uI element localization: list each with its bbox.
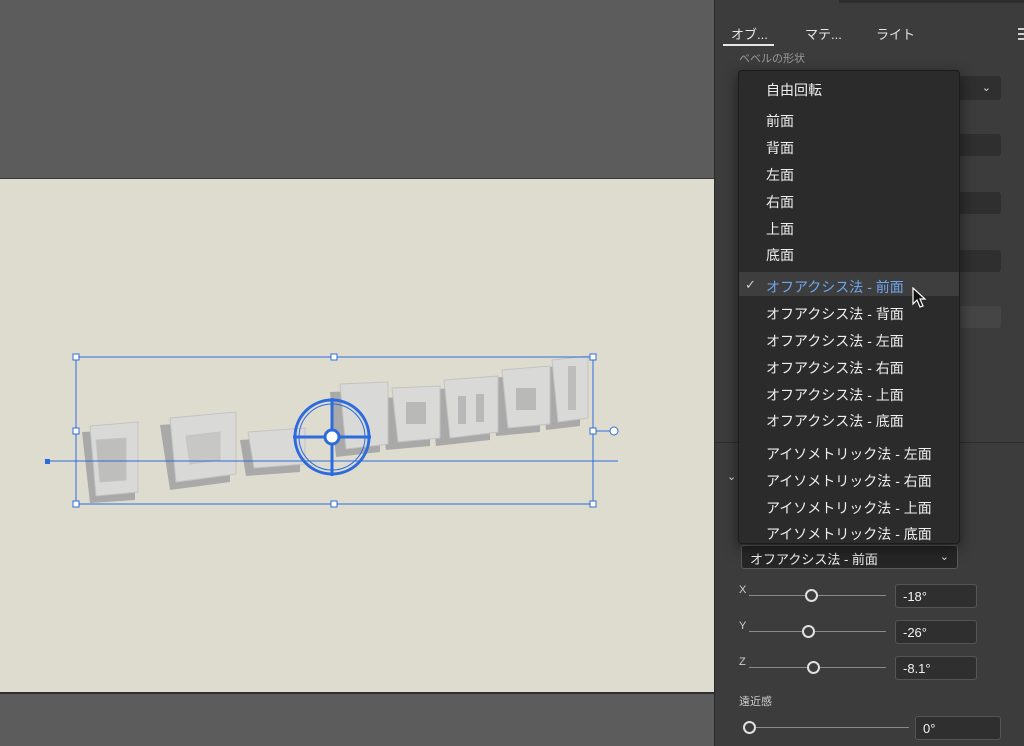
canvas-workspace[interactable] xyxy=(0,0,714,746)
mouse-cursor-icon xyxy=(912,287,927,308)
dropdown-item[interactable]: アイソメトリック法 - 右面 xyxy=(739,466,959,490)
dropdown-item-label: 左面 xyxy=(766,167,794,183)
dropdown-item-label: アイソメトリック法 - 底面 xyxy=(766,526,932,542)
rotation-section-chevron-icon[interactable]: ⌄ xyxy=(727,470,736,483)
dropdown-item-label: アイソメトリック法 - 右面 xyxy=(766,473,932,489)
dropdown-item[interactable]: アイソメトリック法 - 底面 xyxy=(739,519,959,543)
dropdown-item-label: アイソメトリック法 - 上面 xyxy=(766,500,932,516)
tab-materials[interactable]: マテ... xyxy=(805,24,842,43)
dropdown-item-label: オフアクシス法 - 背面 xyxy=(766,306,904,322)
checkmark-icon: ✓ xyxy=(745,277,756,292)
dropdown-item-label: オフアクシス法 - 右面 xyxy=(766,360,904,376)
dropdown-item[interactable]: 前面 xyxy=(739,106,959,130)
dropdown-item[interactable]: 自由回転 xyxy=(739,75,959,99)
perspective-row: 0° xyxy=(715,716,1024,740)
artwork-canvas[interactable] xyxy=(0,0,714,746)
bevel-width-field[interactable] xyxy=(955,134,1001,156)
perspective-field[interactable]: 0° xyxy=(915,716,1001,740)
dropdown-item-label: 自由回転 xyxy=(766,82,822,98)
perspective-slider-track[interactable] xyxy=(749,727,909,728)
dropdown-item-label: 底面 xyxy=(766,247,794,263)
dropdown-item[interactable]: オフアクシス法 - 左面 xyxy=(739,326,959,350)
rotation-preset-value: オフアクシス法 - 前面 xyxy=(750,552,878,567)
perspective-label: 遠近感 xyxy=(739,696,772,708)
dropdown-item-label: 前面 xyxy=(766,113,794,129)
dropdown-item[interactable]: 右面 xyxy=(739,187,959,211)
rotation-x-row: X -18° xyxy=(715,584,1024,608)
dropdown-item-label: オフアクシス法 - 底面 xyxy=(766,413,904,429)
dropdown-item[interactable]: 底面 xyxy=(739,240,959,264)
chevron-down-icon: ⌄ xyxy=(939,551,949,563)
z-rotation-field[interactable]: -8.1° xyxy=(895,656,977,680)
dropdown-item[interactable]: オフアクシス法 - 底面 xyxy=(739,406,959,430)
bevel-shape-label: ベベルの形状 xyxy=(739,53,805,64)
dropdown-item-label: オフアクシス法 - 前面 xyxy=(766,279,904,295)
dropdown-item-label: 右面 xyxy=(766,194,794,210)
tab-lighting[interactable]: ライト xyxy=(876,24,915,43)
chevron-down-icon: ⌄ xyxy=(981,82,991,94)
dropdown-item-label: 上面 xyxy=(766,221,794,237)
bevel-space-field[interactable] xyxy=(955,306,1001,328)
dropdown-item[interactable]: アイソメトリック法 - 上面 xyxy=(739,493,959,517)
dropdown-item[interactable]: オフアクシス法 - 右面 xyxy=(739,353,959,377)
y-slider-thumb[interactable] xyxy=(801,625,815,638)
x-slider-thumb[interactable] xyxy=(804,589,818,602)
panel-top-border xyxy=(839,0,1024,3)
bevel-height-field[interactable] xyxy=(955,192,1001,214)
rotation-preset-select[interactable]: オフアクシス法 - 前面 ⌄ xyxy=(741,545,958,569)
y-rotation-field[interactable]: -26° xyxy=(895,620,977,644)
dropdown-item[interactable]: オフアクシス法 - 上面 xyxy=(739,380,959,404)
z-axis-label: Z xyxy=(739,656,746,668)
dropdown-item[interactable]: 上面 xyxy=(739,214,959,238)
y-axis-label: Y xyxy=(739,620,747,632)
rotation-y-row: Y -26° xyxy=(715,620,1024,644)
y-slider-track[interactable] xyxy=(749,631,886,632)
x-rotation-field[interactable]: -18° xyxy=(895,584,977,608)
x-axis-label: X xyxy=(739,584,747,596)
panel-menu-icon[interactable] xyxy=(1018,28,1024,44)
rotation-z-row: Z -8.1° xyxy=(715,656,1024,680)
dropdown-item-label: オフアクシス法 - 上面 xyxy=(766,387,904,403)
z-slider-thumb[interactable] xyxy=(807,661,821,674)
perspective-slider-thumb[interactable] xyxy=(743,721,756,734)
dropdown-item-label: オフアクシス法 - 左面 xyxy=(766,333,904,349)
dropdown-item-label: 背面 xyxy=(766,140,794,156)
dropdown-item[interactable]: 背面 xyxy=(739,133,959,157)
tab-object[interactable]: オブ... xyxy=(723,24,774,46)
bevel-repeat-field[interactable] xyxy=(955,250,1001,272)
dropdown-item-label: アイソメトリック法 - 左面 xyxy=(766,446,932,462)
dropdown-item[interactable]: アイソメトリック法 - 左面 xyxy=(739,439,959,463)
dropdown-item[interactable]: 左面 xyxy=(739,160,959,184)
